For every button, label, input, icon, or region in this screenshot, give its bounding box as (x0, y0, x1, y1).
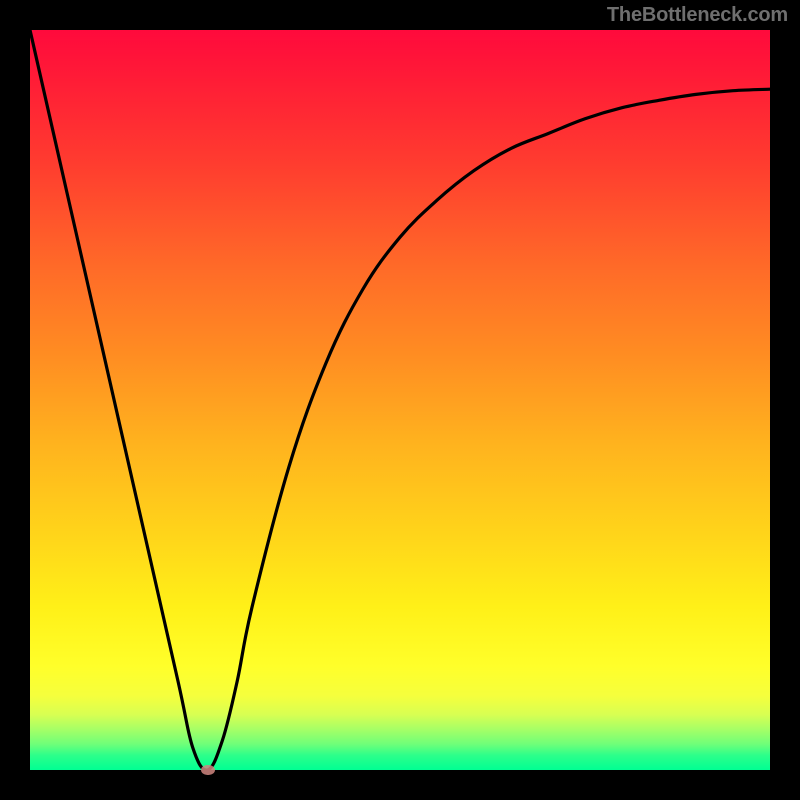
watermark-text: TheBottleneck.com (607, 4, 788, 27)
plot-area (30, 30, 770, 770)
bottleneck-curve (30, 30, 770, 770)
optimal-point-marker (201, 765, 215, 775)
chart-frame: TheBottleneck.com (0, 0, 800, 800)
